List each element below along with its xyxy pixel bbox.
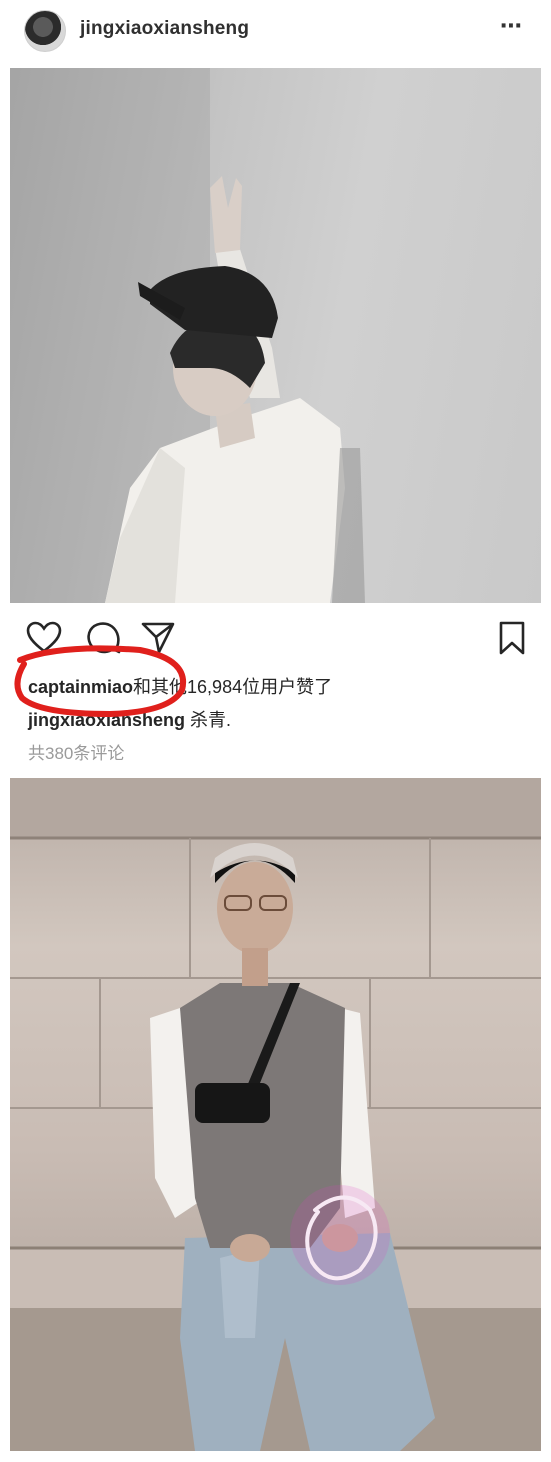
post-photo-stone-wall[interactable] [10,778,541,1451]
comment-icon[interactable] [86,620,122,656]
post-username[interactable]: jingxiaoxiansheng [80,18,249,40]
more-icon[interactable]: ⋯ [496,14,526,38]
post-header: jingxiaoxiansheng ⋯ [0,0,551,62]
photo-illustration [10,68,365,603]
heart-icon[interactable] [26,620,62,656]
view-comments-link[interactable]: 共380条评论 [28,739,124,764]
bookmark-icon[interactable] [494,620,530,656]
share-icon[interactable] [140,620,176,656]
caption-line: jingxiaoxiansheng 杀青. [28,706,231,732]
likes-line: captainmiao和其他16,984位用户赞了 [28,673,332,699]
likes-count-text[interactable]: 和其他16,984位用户赞了 [133,677,332,697]
post-photo-wall[interactable] [10,68,541,603]
avatar[interactable] [24,10,66,52]
caption-username[interactable]: jingxiaoxiansheng [28,710,185,730]
photo-illustration [10,778,541,1451]
liked-by-username[interactable]: captainmiao [28,677,133,697]
post-action-bar [0,612,551,662]
caption-text: 杀青. [185,710,232,730]
